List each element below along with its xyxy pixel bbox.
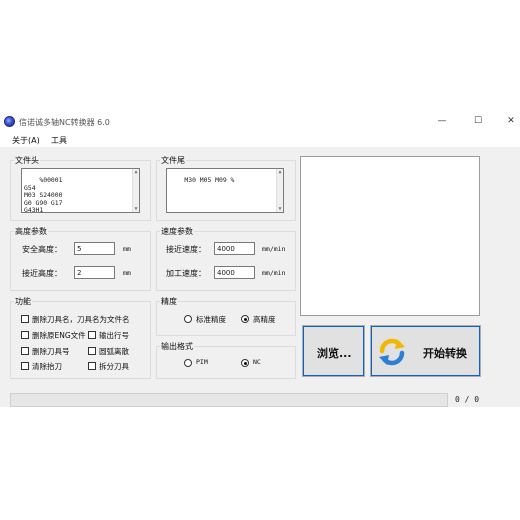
menu-tools[interactable]: 工具 (51, 135, 67, 146)
convert-button-label: 开始转换 (423, 347, 467, 360)
delete-tool-number-label: 删除刀具号 (32, 347, 70, 356)
scroll-up-icon[interactable]: ▲ (133, 169, 139, 175)
file-header-textarea[interactable]: %00001 G54 M03 S24000 G0 G90 G17 G43H1 ▲… (21, 168, 140, 213)
menu-bar: 关于(A) 工具 (0, 133, 520, 147)
clear-lift-checkbox[interactable] (21, 362, 29, 370)
delete-tool-name-label: 删除刀具名，刀具名为文件名 (32, 315, 130, 324)
split-tool-label: 拆分刀具 (99, 362, 129, 371)
nc-format-label: NC (253, 358, 261, 366)
clear-lift-label: 清除抬刀 (32, 362, 62, 371)
nc-format-radio[interactable] (241, 359, 249, 367)
output-line-number-checkbox[interactable] (88, 331, 96, 339)
standard-precision-label: 标准精度 (196, 315, 226, 324)
speed-params-title: 速度参数 (160, 226, 194, 237)
precision-title: 精度 (160, 296, 178, 307)
approach-speed-unit: mm/min (262, 245, 286, 253)
high-precision-label: 高精度 (253, 315, 276, 324)
safe-height-input[interactable]: 5 (74, 242, 115, 255)
convert-button[interactable]: 开始转换 (370, 325, 481, 377)
menu-about[interactable]: 关于(A) (12, 135, 40, 146)
feed-speed-input[interactable]: 4000 (214, 266, 255, 279)
scroll-down-icon[interactable]: ▼ (277, 206, 283, 212)
arc-discretize-checkbox[interactable] (88, 347, 96, 355)
pim-format-radio[interactable] (184, 359, 192, 367)
feed-speed-label: 加工速度： (166, 269, 206, 278)
approach-speed-label: 接近速度： (166, 245, 206, 254)
window-title: 信诺诚多轴NC转换器 6.0 (19, 118, 110, 127)
file-header-text: %00001 G54 M03 S24000 G0 G90 G17 G43H1 (24, 176, 63, 213)
feed-speed-unit: mm/min (262, 269, 286, 277)
functions-title: 功能 (14, 296, 32, 307)
app-logo-icon (4, 116, 15, 127)
safe-height-label: 安全高度： (22, 245, 62, 254)
browse-button-label: 浏览... (317, 347, 352, 360)
high-precision-radio[interactable] (241, 315, 249, 323)
output-format-title: 输出格式 (160, 341, 194, 352)
delete-eng-file-checkbox[interactable] (21, 331, 29, 339)
scroll-down-icon[interactable]: ▼ (133, 206, 139, 212)
close-button[interactable]: ✕ (503, 114, 519, 128)
scroll-up-icon[interactable]: ▲ (277, 169, 283, 175)
progress-bar (10, 393, 448, 407)
arc-discretize-label: 圆弧离散 (99, 347, 129, 356)
file-tail-textarea[interactable]: M30 M05 M09 % ▲ ▼ (166, 168, 284, 213)
maximize-button[interactable]: ☐ (470, 114, 486, 128)
file-header-scrollbar[interactable]: ▲ ▼ (132, 169, 139, 212)
delete-tool-number-checkbox[interactable] (21, 347, 29, 355)
preview-panel (300, 156, 480, 316)
height-params-group (10, 231, 151, 291)
title-bar: 信诺诚多轴NC转换器 6.0 — ☐ ✕ (0, 111, 520, 133)
browse-button[interactable]: 浏览... (302, 325, 365, 377)
progress-count: 0 / 0 (455, 395, 480, 404)
approach-height-label: 接近高度： (22, 269, 62, 278)
approach-height-input[interactable]: 2 (74, 266, 115, 279)
standard-precision-radio[interactable] (184, 315, 192, 323)
approach-speed-input[interactable]: 4000 (214, 242, 255, 255)
app-window: 信诺诚多轴NC转换器 6.0 — ☐ ✕ 关于(A) 工具 文件头 %00001… (0, 111, 520, 407)
file-header-title: 文件头 (14, 155, 40, 166)
delete-eng-file-label: 删除原ENG文件 (32, 331, 86, 340)
speed-params-group (156, 231, 296, 291)
refresh-arrows-icon (379, 338, 405, 366)
output-line-number-label: 输出行号 (99, 331, 129, 340)
file-tail-text: M30 M05 M09 % (184, 176, 235, 185)
safe-height-unit: mm (123, 245, 131, 253)
approach-height-unit: mm (123, 269, 131, 277)
minimize-button[interactable]: — (434, 114, 450, 128)
split-tool-checkbox[interactable] (88, 362, 96, 370)
pim-format-label: PIM (196, 358, 208, 366)
delete-tool-name-checkbox[interactable] (21, 315, 29, 323)
height-params-title: 高度参数 (14, 226, 48, 237)
file-tail-title: 文件尾 (160, 155, 186, 166)
file-tail-scrollbar[interactable]: ▲ ▼ (276, 169, 283, 212)
